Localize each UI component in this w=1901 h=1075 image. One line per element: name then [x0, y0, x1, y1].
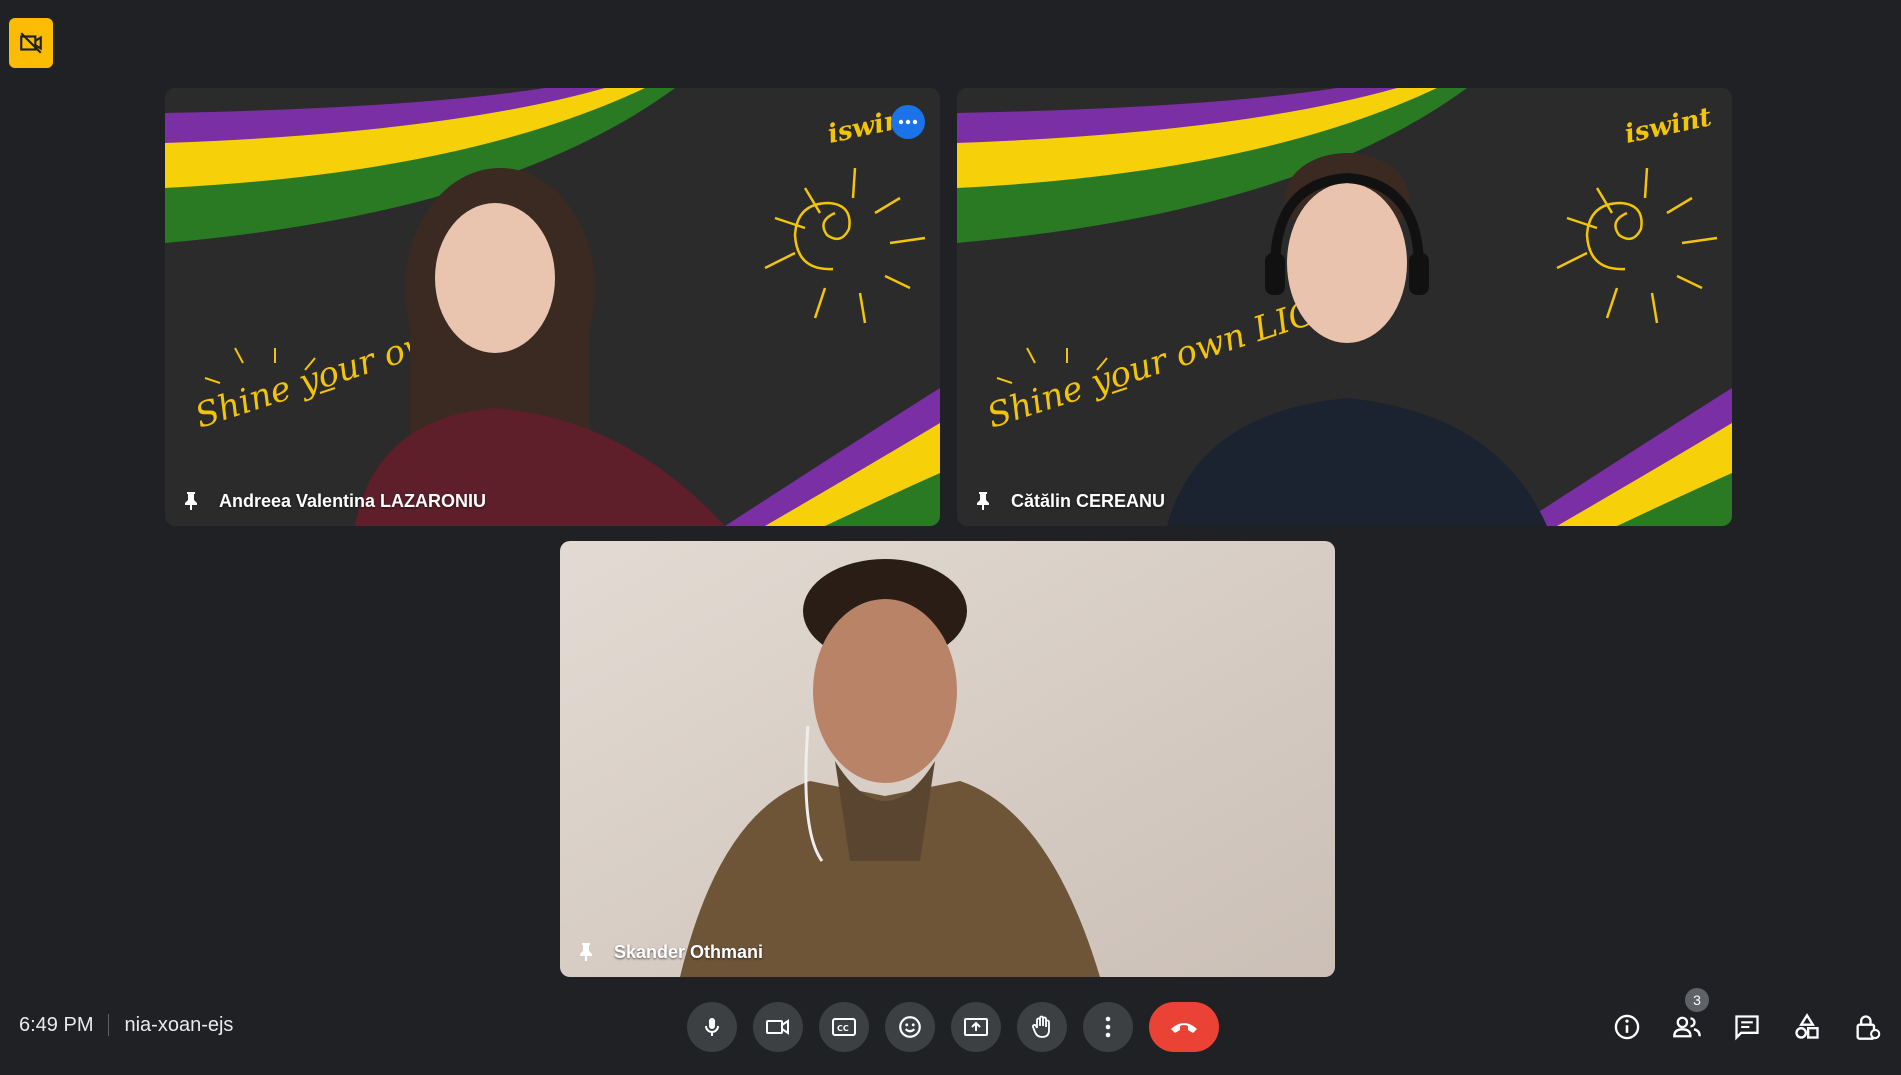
microphone-icon [705, 1018, 719, 1036]
pin-icon[interactable] [574, 940, 598, 964]
more-vert-icon [1105, 1016, 1111, 1038]
tile-more-options[interactable] [891, 105, 925, 139]
participant-tile-1[interactable]: Shine your own LIGHT iswint Andreea Vale… [165, 88, 940, 526]
captions-icon: CC [832, 1018, 856, 1036]
present-button[interactable] [951, 1002, 1001, 1052]
divider [108, 1014, 110, 1036]
virtual-background: Shine your own LIGHT iswint [165, 88, 940, 526]
pin-icon[interactable] [179, 489, 203, 513]
meeting-details: 6:49 PM nia-xoan-ejs [19, 975, 233, 1075]
call-controls: CC [687, 1002, 1219, 1052]
chat-icon [1735, 1015, 1759, 1041]
pin-icon[interactable] [971, 489, 995, 513]
info-icon [1614, 1014, 1640, 1040]
camera-feed [560, 541, 1335, 977]
meeting-details-button[interactable] [1601, 1002, 1653, 1052]
people-button[interactable]: 3 [1661, 988, 1713, 1052]
side-panel-buttons: 3 [1601, 988, 1901, 1052]
clock-time: 6:49 PM [19, 1013, 94, 1036]
chat-button[interactable] [1721, 1002, 1773, 1052]
participant-count-badge: 3 [1685, 988, 1709, 1012]
more-options-icon [898, 119, 918, 125]
hang-up-icon [1171, 1023, 1197, 1033]
video-off-icon [20, 32, 42, 54]
video-off-badge[interactable] [9, 18, 53, 68]
camera-button[interactable] [753, 1002, 803, 1052]
camera-icon [766, 1019, 789, 1035]
more-options-button[interactable] [1083, 1002, 1133, 1052]
virtual-background: Shine your own LIGHT iswint [957, 88, 1732, 526]
meeting-code: nia-xoan-ejs [124, 1013, 234, 1036]
participant-tile-3[interactable]: Skander Othmani [560, 541, 1335, 977]
reactions-button[interactable] [885, 1002, 935, 1052]
raise-hand-button[interactable] [1017, 1002, 1067, 1052]
svg-text:CC: CC [837, 1024, 849, 1033]
present-icon [964, 1018, 988, 1036]
host-controls-button[interactable] [1841, 1002, 1893, 1052]
microphone-button[interactable] [687, 1002, 737, 1052]
host-controls-icon [1856, 1015, 1881, 1040]
participant-tile-2[interactable]: Shine your own LIGHT iswint Cătălin CERE… [957, 88, 1732, 526]
leave-call-button[interactable] [1149, 1002, 1219, 1052]
activities-icon [1795, 1013, 1819, 1039]
emoji-icon [899, 1016, 921, 1038]
bottom-toolbar: 6:49 PM nia-xoan-ejs CC 3 [0, 975, 1901, 1075]
captions-button[interactable]: CC [819, 1002, 869, 1052]
activities-button[interactable] [1781, 1002, 1833, 1052]
people-icon [1673, 1016, 1701, 1038]
raise-hand-icon [1032, 1015, 1050, 1038]
